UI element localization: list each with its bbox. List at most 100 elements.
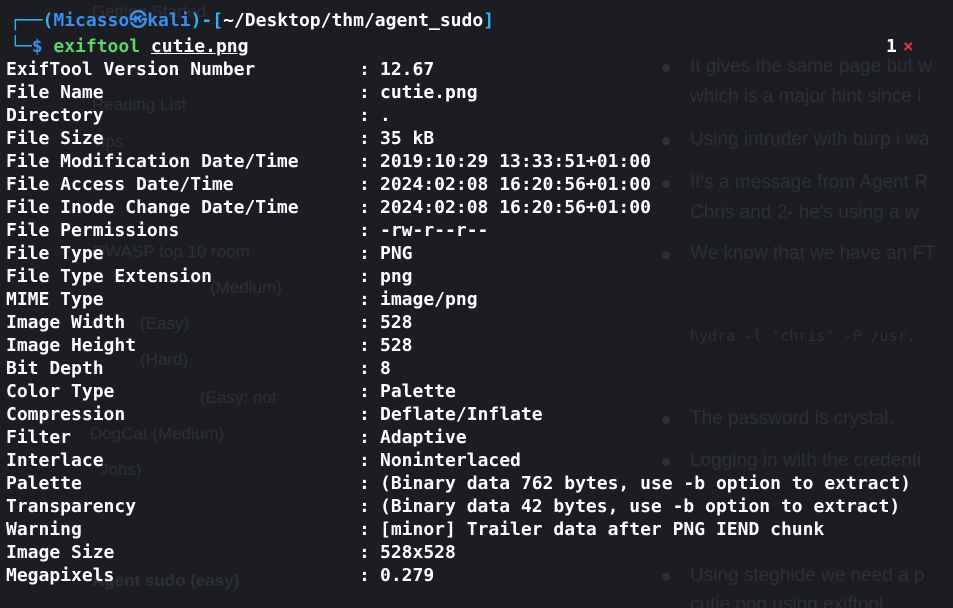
exif-row: File Type Extension: png (0, 265, 953, 288)
exif-separator: : (359, 335, 370, 356)
exif-value: 35 kB (380, 128, 435, 149)
exif-separator: : (359, 128, 370, 149)
exif-value: (Binary data 42 bytes, use -b option to … (380, 496, 901, 517)
exif-separator: : (359, 59, 370, 80)
exif-value: (Binary data 762 bytes, use -b option to… (380, 473, 912, 494)
exif-value: 528 (380, 312, 413, 333)
exif-value: Deflate/Inflate (380, 404, 543, 425)
exif-row: File Access Date/Time:2024:02:08 16:20:5… (0, 173, 953, 196)
exif-key: Image Height (6, 335, 137, 356)
background-bullet-text: cutie.png using exiftool (690, 594, 884, 608)
exif-key: Filter (6, 427, 72, 448)
exif-row: Transparency: (Binary data 42 bytes, use … (0, 495, 953, 518)
exif-key: File Type (6, 243, 104, 264)
exif-key: MIME Type (6, 289, 104, 310)
prompt-path-close: ] (483, 10, 495, 31)
exif-separator: : (359, 266, 370, 287)
prompt-frame-bottom: └─ (10, 36, 32, 57)
exif-separator: : (359, 358, 370, 379)
exif-separator: : (359, 151, 370, 172)
exif-row: Directory:. (0, 104, 953, 127)
exif-row: Megapixels:0.279 (0, 564, 953, 587)
exif-row: Interlace: Noninterlaced (0, 449, 953, 472)
exif-row: File Permissions: -rw-r--r-- (0, 219, 953, 242)
exif-key: Transparency (6, 496, 137, 517)
exif-row: File Type: PNG (0, 242, 953, 265)
exif-value: 2024:02:08 16:20:56+01:00 (380, 197, 651, 218)
exif-separator: : (359, 519, 370, 540)
exif-row: MIME Type: image/png (0, 288, 953, 311)
exif-separator: : (359, 243, 370, 264)
exif-separator: : (359, 565, 370, 586)
exif-value: -rw-r--r-- (380, 220, 489, 241)
exif-row: File Modification Date/Time:2019:10:29 1… (0, 150, 953, 173)
exit-status-code: 1 (886, 36, 897, 57)
prompt-frame-top: ┌──( (10, 10, 54, 31)
exif-separator: : (359, 197, 370, 218)
exif-value: cutie.png (380, 82, 478, 103)
exif-separator: : (359, 105, 370, 126)
exif-value: 12.67 (380, 59, 435, 80)
exif-value: 2024:02:08 16:20:56+01:00 (380, 174, 651, 195)
exif-separator: : (359, 542, 370, 563)
exif-row: Image Size:528x528 (0, 541, 953, 564)
exif-value: 528 (380, 335, 413, 356)
exif-separator: : (359, 220, 370, 241)
exif-key: ExifTool Version Number (6, 59, 256, 80)
exif-value: Noninterlaced (380, 450, 521, 471)
exif-separator: : (359, 473, 370, 494)
command-line[interactable]: └─$ exiftool cutie.png (10, 35, 248, 58)
kali-symbol-icon: ㉿ (129, 10, 148, 31)
exif-key: Warning (6, 519, 82, 540)
exif-row: Filter: Adaptive (0, 426, 953, 449)
exif-separator: : (359, 82, 370, 103)
exif-row: Color Type: Palette (0, 380, 953, 403)
exif-key: Image Size (6, 542, 115, 563)
exif-row: ExifTool Version Number:12.67 (0, 58, 953, 81)
exif-value: PNG (380, 243, 413, 264)
command-argument: cutie.png (150, 36, 249, 57)
exif-separator: : (359, 427, 370, 448)
exif-separator: : (359, 381, 370, 402)
exif-key: File Modification Date/Time (6, 151, 299, 172)
prompt-header: ┌──(Micasso㉿kali)-[~/Desktop/thm/agent_s… (10, 9, 494, 32)
exif-row: File Name: cutie.png (0, 81, 953, 104)
exif-key: File Inode Change Date/Time (6, 197, 299, 218)
exif-separator: : (359, 404, 370, 425)
exit-status: 1 × (886, 35, 914, 58)
error-x-icon: × (902, 36, 914, 57)
exif-value: 2019:10:29 13:33:51+01:00 (380, 151, 651, 172)
exif-row: Palette: (Binary data 762 bytes, use -b o… (0, 472, 953, 495)
exif-value: 8 (380, 358, 391, 379)
exif-key: File Size (6, 128, 104, 149)
exif-row: File Inode Change Date/Time:2024:02:08 1… (0, 196, 953, 219)
exif-separator: : (359, 312, 370, 333)
exif-key: File Access Date/Time (6, 174, 234, 195)
exif-key: File Permissions (6, 220, 180, 241)
command-name: exiftool (53, 36, 141, 57)
exif-row: Bit Depth:8 (0, 357, 953, 380)
exif-value: 528x528 (380, 542, 456, 563)
prompt-user: Micasso (53, 10, 130, 31)
exif-row: Image Width:528 (0, 311, 953, 334)
exif-value: Palette (380, 381, 456, 402)
prompt-dollar: $ (31, 36, 43, 57)
exif-value: [minor] Trailer data after PNG IEND chun… (380, 519, 825, 540)
exif-value: Adaptive (380, 427, 467, 448)
exif-key: Directory (6, 105, 104, 126)
exif-separator: : (359, 450, 370, 471)
exif-key: Megapixels (6, 565, 115, 586)
prompt-path: ~/Desktop/thm/agent_sudo (223, 10, 484, 31)
exif-key: File Name (6, 82, 104, 103)
prompt-path-open: )-[ (190, 10, 224, 31)
exif-value: image/png (380, 289, 478, 310)
exif-value: png (380, 266, 413, 287)
exif-separator: : (359, 496, 370, 517)
exif-separator: : (359, 174, 370, 195)
exif-key: Palette (6, 473, 82, 494)
prompt-host: kali (147, 10, 191, 31)
exif-separator: : (359, 289, 370, 310)
exif-key: Compression (6, 404, 126, 425)
exif-row: Warning: [minor] Trailer data after PNG I… (0, 518, 953, 541)
terminal-window[interactable]: Getting Started Reading List Tips OWASP … (0, 0, 953, 608)
